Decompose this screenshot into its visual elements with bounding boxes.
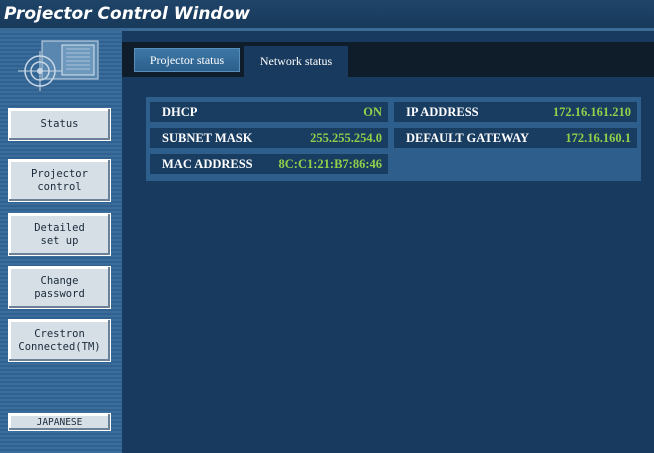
network-status-panel: DHCP ON IP ADDRESS 172.16.161.210 SUBNET… <box>146 97 641 181</box>
dhcp-label: DHCP <box>162 105 198 119</box>
tab-bar: Projector status Network status <box>122 42 654 77</box>
sidebar: Status Projector control Detailed set up… <box>0 31 122 453</box>
tab-network-status[interactable]: Network status <box>244 46 348 77</box>
subnet-mask-row: SUBNET MASK 255.255.254.0 <box>150 128 388 148</box>
default-gateway-value: 172.16.160.1 <box>565 131 631 145</box>
dhcp-row: DHCP ON <box>150 102 388 122</box>
dhcp-value: ON <box>363 105 382 119</box>
sidebar-detailed-setup-button[interactable]: Detailed set up <box>8 213 111 256</box>
tab-projector-status[interactable]: Projector status <box>134 48 240 72</box>
main-panel: Projector status Network status DHCP ON … <box>122 31 654 453</box>
ip-address-value: 172.16.161.210 <box>552 105 631 119</box>
ip-address-label: IP ADDRESS <box>406 105 479 119</box>
sidebar-crestron-button[interactable]: Crestron Connected(TM) <box>8 319 111 362</box>
subnet-mask-value: 255.255.254.0 <box>310 131 382 145</box>
default-gateway-row: DEFAULT GATEWAY 172.16.160.1 <box>394 128 637 148</box>
mac-address-row: MAC ADDRESS 8C:C1:21:B7:86:46 <box>150 154 388 174</box>
window-title: Projector Control Window <box>0 0 654 28</box>
projector-logo-icon <box>0 31 122 95</box>
mac-address-value: 8C:C1:21:B7:86:46 <box>278 157 382 171</box>
default-gateway-label: DEFAULT GATEWAY <box>406 131 530 145</box>
subnet-mask-label: SUBNET MASK <box>162 131 253 145</box>
sidebar-projector-control-button[interactable]: Projector control <box>8 159 111 202</box>
sidebar-japanese-button[interactable]: JAPANESE <box>8 413 111 431</box>
mac-address-label: MAC ADDRESS <box>162 157 253 171</box>
ip-address-row: IP ADDRESS 172.16.161.210 <box>394 102 637 122</box>
sidebar-status-button[interactable]: Status <box>8 108 111 141</box>
sidebar-change-password-button[interactable]: Change password <box>8 266 111 309</box>
